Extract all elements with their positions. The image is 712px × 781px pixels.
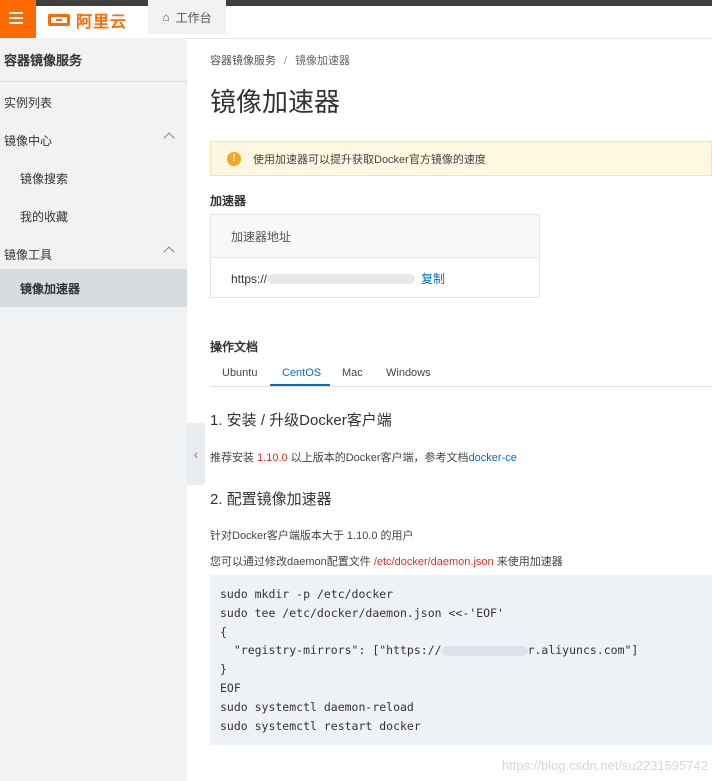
- chevron-up-icon: [163, 132, 175, 144]
- redacted-address: [267, 273, 416, 284]
- step2-line2: 您可以通过修改daemon配置文件 /etc/docker/daemon.jso…: [210, 553, 563, 569]
- step1-text-b: 以上版本的Docker客户端，参考文档: [287, 452, 469, 464]
- docker-ce-link[interactable]: docker-ce: [469, 452, 517, 464]
- sidebar-item-label: 镜像中心: [4, 133, 53, 148]
- step2-line1: 针对Docker客户端版本大于 1.10.0 的用户: [210, 530, 414, 542]
- code-line: "registry-mirrors": ["https://: [220, 643, 442, 658]
- breadcrumb: 容器镜像服务 / 镜像加速器: [210, 52, 350, 68]
- tab-ubuntu[interactable]: Ubuntu: [222, 367, 257, 379]
- tab-centos[interactable]: CentOS: [282, 367, 321, 379]
- sidebar-item-label: 镜像加速器: [20, 281, 81, 296]
- tab-mac[interactable]: Mac: [342, 367, 363, 379]
- sidebar-group-image-center[interactable]: 镜像中心: [0, 121, 187, 159]
- sidebar-item-label: 我的收藏: [20, 209, 69, 224]
- aliyun-logo[interactable]: 阿里云: [48, 6, 127, 34]
- sidebar-divider: [0, 81, 187, 82]
- os-tabs: Ubuntu CentOS Mac Windows: [210, 363, 712, 387]
- breadcrumb-separator: /: [284, 55, 288, 67]
- code-line: sudo mkdir -p /etc/docker: [220, 587, 394, 601]
- column-header-label: 加速器地址: [231, 229, 292, 244]
- top-nav-bar: 阿里云 ⌂ 工作台: [0, 0, 712, 39]
- accelerator-address-row: https:// 复制: [211, 258, 539, 299]
- step2-line2-a: 您可以通过修改daemon配置文件: [210, 556, 374, 568]
- step1-text-a: 推荐安装: [210, 452, 258, 464]
- active-tab-indicator: [270, 384, 330, 386]
- tab-windows[interactable]: Windows: [386, 367, 431, 379]
- page-title: 镜像加速器: [210, 87, 341, 117]
- watermark: https://blog.csdn.net/su2231595742: [502, 758, 708, 773]
- sidebar-item-image-accelerator[interactable]: 镜像加速器: [0, 269, 187, 307]
- code-line: }: [220, 662, 227, 677]
- chevron-left-icon: ‹: [193, 446, 199, 462]
- accelerator-address-prefix: https://: [231, 271, 268, 286]
- breadcrumb-current: 镜像加速器: [295, 55, 351, 67]
- step2-line2-b: 来使用加速器: [493, 556, 563, 568]
- code-line: {: [220, 624, 227, 639]
- code-line: EOF: [220, 680, 241, 695]
- accelerator-table: 加速器地址 https:// 复制: [210, 214, 540, 298]
- workbench-label: 工作台: [175, 10, 212, 25]
- daemon-json-path: /etc/docker/daemon.json: [373, 556, 494, 568]
- sidebar-item-label: 镜像搜索: [20, 171, 69, 186]
- warning-icon: !: [227, 151, 241, 166]
- sidebar-item-label: 实例列表: [4, 95, 53, 110]
- sidebar-collapse-toggle[interactable]: ‹: [187, 423, 205, 485]
- redacted-mirror-id: [441, 645, 528, 656]
- home-icon: ⌂: [162, 10, 170, 24]
- aliyun-logo-icon: [48, 14, 70, 26]
- logo-text: 阿里云: [76, 14, 128, 31]
- sidebar: 容器镜像服务 实例列表 镜像中心 镜像搜索 我的收藏 镜像工具 镜像加速器: [0, 38, 187, 781]
- sidebar-item-instances[interactable]: 实例列表: [0, 83, 187, 121]
- code-line: sudo tee /etc/docker/daemon.json <<-'EOF…: [220, 605, 504, 620]
- accelerator-section-title: 加速器: [210, 194, 247, 208]
- sidebar-item-image-search[interactable]: 镜像搜索: [0, 159, 187, 197]
- sidebar-title: 容器镜像服务: [4, 53, 83, 68]
- notice-text: 使用加速器可以提升获取Docker官方镜像的速度: [253, 153, 486, 166]
- code-line: r.aliyuncs.com"]: [527, 643, 639, 658]
- code-line: sudo systemctl restart docker: [220, 718, 421, 733]
- step2-heading: 2. 配置镜像加速器: [210, 491, 332, 508]
- code-block[interactable]: sudo mkdir -p /etc/docker sudo tee /etc/…: [210, 575, 712, 745]
- sidebar-item-favorites[interactable]: 我的收藏: [0, 197, 187, 235]
- copy-link[interactable]: 复制: [421, 270, 445, 287]
- docs-section-title: 操作文档: [210, 340, 259, 354]
- sidebar-item-label: 镜像工具: [4, 247, 53, 262]
- workbench-button[interactable]: ⌂ 工作台: [148, 0, 226, 34]
- step1-text: 推荐安装 1.10.0 以上版本的Docker客户端，参考文档docker-ce: [210, 449, 517, 465]
- step1-version: 1.10.0: [257, 452, 288, 464]
- step1-heading: 1. 安装 / 升级Docker客户端: [210, 412, 392, 429]
- hamburger-menu-icon[interactable]: [0, 0, 36, 38]
- code-line: sudo systemctl daemon-reload: [220, 699, 414, 714]
- chevron-up-icon: [163, 246, 175, 258]
- sidebar-group-image-tools[interactable]: 镜像工具: [0, 235, 187, 273]
- accelerator-column-header: 加速器地址: [211, 215, 539, 258]
- info-notice: ! 使用加速器可以提升获取Docker官方镜像的速度: [210, 141, 712, 176]
- breadcrumb-root[interactable]: 容器镜像服务: [210, 55, 276, 67]
